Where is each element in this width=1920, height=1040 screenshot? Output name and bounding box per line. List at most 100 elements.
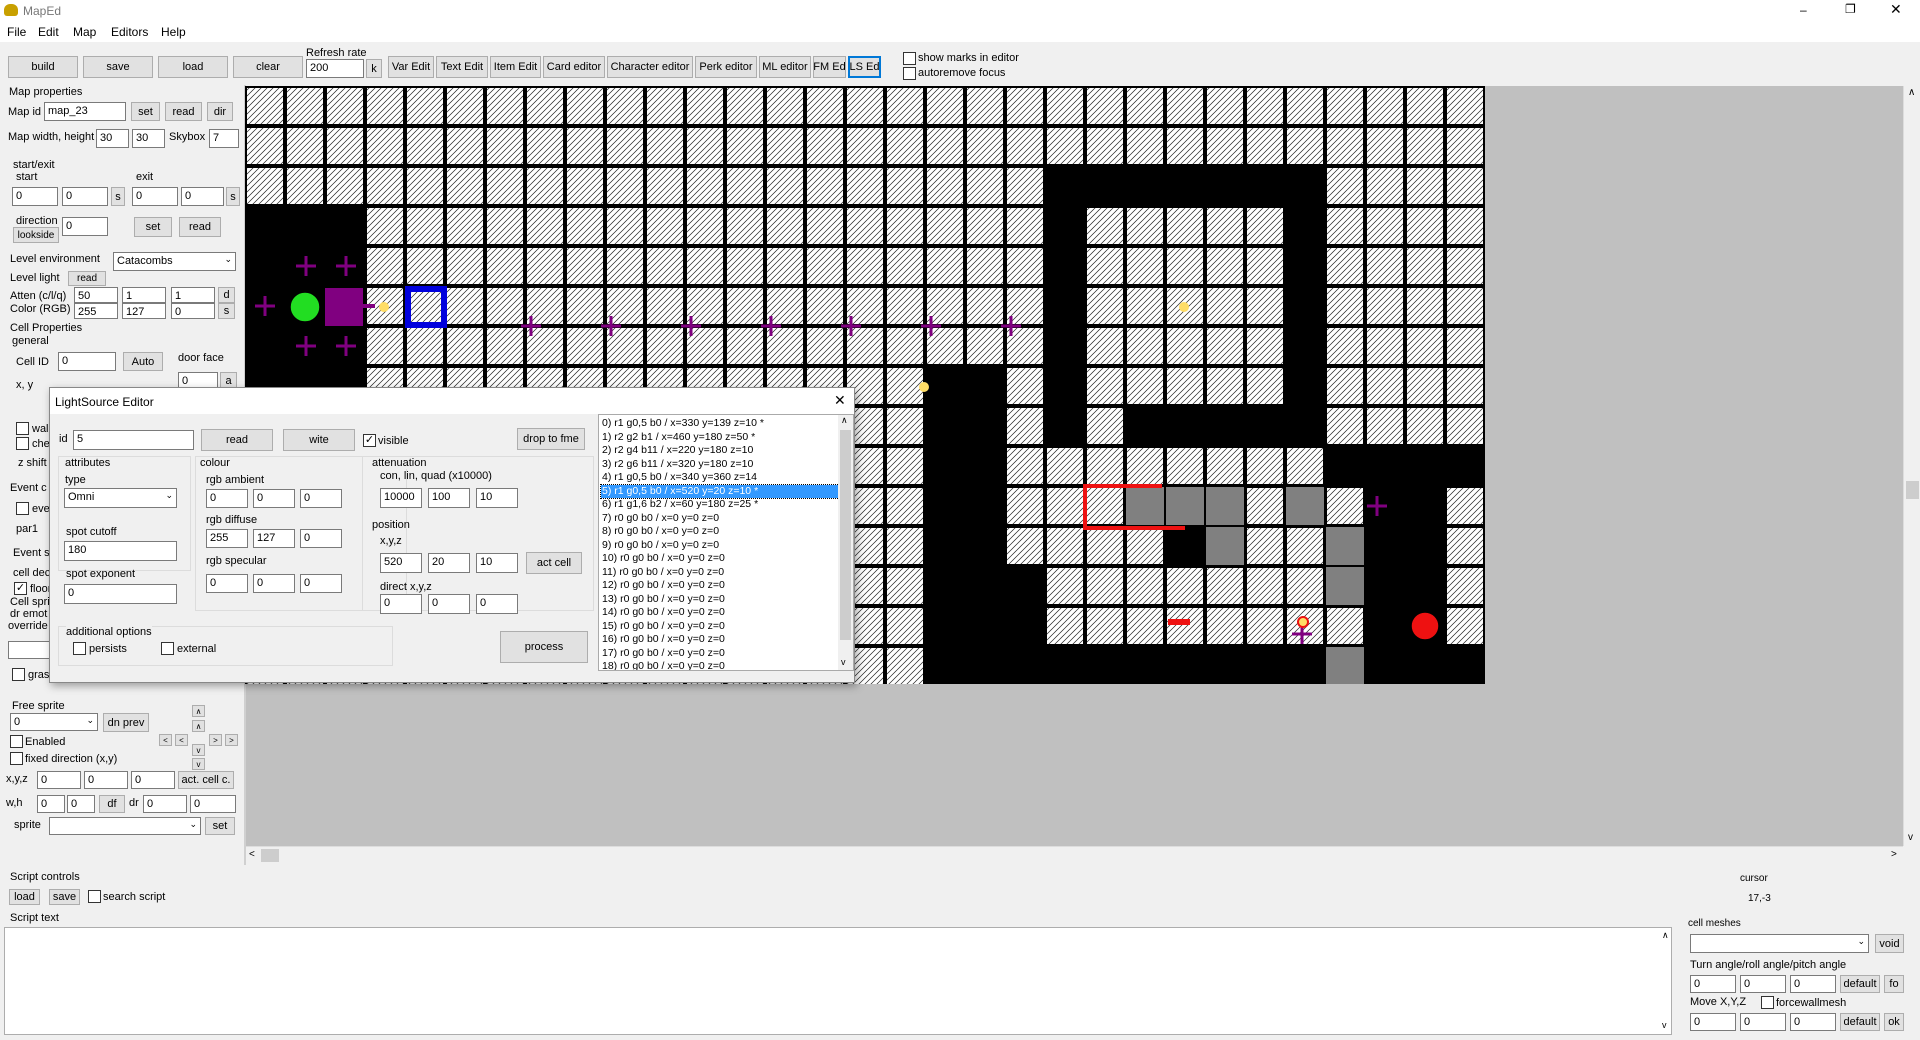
list-item[interactable]: 8) r0 g0 b0 / x=0 y=0 z=0 xyxy=(601,525,839,539)
list-item[interactable]: 18) r0 g0 b0 / x=0 y=0 z=0 xyxy=(601,660,839,670)
pos-z-input[interactable]: 10 xyxy=(476,553,518,573)
search-script-checkbox[interactable] xyxy=(88,890,101,903)
level-env-select[interactable]: Catacombs ⌄ xyxy=(113,252,236,271)
diffuse-r-input[interactable]: 255 xyxy=(206,529,248,548)
dr-2-input[interactable]: 0 xyxy=(190,795,236,813)
act-cell-button[interactable]: act cell xyxy=(526,552,582,574)
menu-map[interactable]: Map xyxy=(73,25,96,39)
list-item[interactable]: 7) r0 g0 b0 / x=0 y=0 z=0 xyxy=(601,512,839,526)
cell-meshes-select[interactable]: ⌄ xyxy=(1690,934,1869,953)
restore-icon[interactable]: ❐ xyxy=(1845,2,1856,16)
fs-h-input[interactable]: 0 xyxy=(67,795,95,813)
item-edit-button[interactable]: Item Edit xyxy=(490,56,541,78)
scroll-up-icon[interactable]: ∧ xyxy=(841,415,848,426)
nav-right2-button[interactable]: > xyxy=(225,734,238,746)
perk-editor-button[interactable]: Perk editor xyxy=(695,56,757,78)
fs-y-input[interactable]: 0 xyxy=(84,771,128,789)
att-quad-input[interactable]: 10 xyxy=(476,488,518,508)
close-icon[interactable]: ✕ xyxy=(1890,1,1902,18)
scroll-thumb[interactable] xyxy=(1906,481,1919,499)
nav-right-button[interactable]: > xyxy=(209,734,222,746)
list-item[interactable]: 11) r0 g0 b0 / x=0 y=0 z=0 xyxy=(601,566,839,580)
build-button[interactable]: build xyxy=(8,56,78,78)
start-x-input[interactable]: 0 xyxy=(12,187,58,206)
skybox-input[interactable]: 7 xyxy=(209,129,239,148)
external-checkbox[interactable] xyxy=(161,642,174,655)
map-id-dir-button[interactable]: dir xyxy=(207,102,233,121)
menu-editors[interactable]: Editors xyxy=(111,25,148,39)
list-item[interactable]: 2) r2 g4 b11 / x=220 y=180 z=10 xyxy=(601,444,839,458)
scroll-left-icon[interactable]: < xyxy=(249,849,255,860)
scroll-down-icon[interactable]: v xyxy=(841,657,846,667)
fm-ed-button[interactable]: FM Ed xyxy=(813,56,846,78)
diffuse-b-input[interactable]: 0 xyxy=(300,529,342,548)
move-x-input[interactable]: 0 xyxy=(1690,1013,1736,1031)
forcewallmesh-checkbox[interactable] xyxy=(1761,996,1774,1009)
ml-editor-button[interactable]: ML editor xyxy=(759,56,811,78)
ambient-g-input[interactable]: 0 xyxy=(253,489,295,508)
cell-id-auto-button[interactable]: Auto xyxy=(123,352,163,371)
turn-1-input[interactable]: 0 xyxy=(1690,975,1736,993)
fs-w-input[interactable]: 0 xyxy=(37,795,65,813)
list-item[interactable]: 4) r1 g0,5 b0 / x=340 y=360 z=14 xyxy=(601,471,839,485)
list-item[interactable]: 6) r1 g1,6 b2 / x=60 y=180 z=25 * xyxy=(601,498,839,512)
list-item[interactable]: 10) r0 g0 b0 / x=0 y=0 z=0 xyxy=(601,552,839,566)
list-item[interactable]: 17) r0 g0 b0 / x=0 y=0 z=0 xyxy=(601,647,839,661)
start-s-button[interactable]: s xyxy=(111,187,125,206)
direction-input[interactable]: 0 xyxy=(62,217,108,236)
map-id-input[interactable]: map_23 xyxy=(44,102,126,121)
script-load-button[interactable]: load xyxy=(9,889,40,905)
color-s-button[interactable]: s xyxy=(218,303,235,319)
turn-2-input[interactable]: 0 xyxy=(1740,975,1786,993)
att-con-input[interactable]: 10000 xyxy=(380,488,422,508)
override-input[interactable] xyxy=(8,641,54,659)
script-textarea[interactable]: ∧ v xyxy=(4,927,1672,1035)
list-item[interactable]: 15) r0 g0 b0 / x=0 y=0 z=0 xyxy=(601,620,839,634)
fs-z-input[interactable]: 0 xyxy=(131,771,175,789)
list-item[interactable]: 3) r2 g6 b11 / x=320 y=180 z=10 xyxy=(601,458,839,472)
exit-y-input[interactable]: 0 xyxy=(181,187,224,206)
specular-b-input[interactable]: 0 xyxy=(300,574,342,593)
ambient-b-input[interactable]: 0 xyxy=(300,489,342,508)
nav-up2-button[interactable]: ∧ xyxy=(192,720,205,732)
att-lin-input[interactable]: 100 xyxy=(428,488,470,508)
sprite-select[interactable]: ⌄ xyxy=(49,817,201,835)
ls-read-button[interactable]: read xyxy=(201,429,273,451)
menu-help[interactable]: Help xyxy=(161,25,186,39)
list-item[interactable]: 12) r0 g0 b0 / x=0 y=0 z=0 xyxy=(601,579,839,593)
atten-q-input[interactable]: 1 xyxy=(171,287,215,303)
load-button[interactable]: load xyxy=(158,56,228,78)
pos-y-input[interactable]: 20 xyxy=(428,553,470,573)
cell-id-input[interactable]: 0 xyxy=(58,352,116,371)
scroll-down-icon[interactable]: v xyxy=(1908,832,1913,843)
script-save-button[interactable]: save xyxy=(49,889,80,905)
close-icon[interactable]: ✕ xyxy=(834,392,846,409)
save-button[interactable]: save xyxy=(83,56,153,78)
ok-button[interactable]: ok xyxy=(1884,1013,1904,1031)
nav-left-button[interactable]: < xyxy=(159,734,172,746)
list-item[interactable]: 13) r0 g0 b0 / x=0 y=0 z=0 xyxy=(601,593,839,607)
scroll-right-icon[interactable]: > xyxy=(1891,849,1897,860)
list-item[interactable]: 14) r0 g0 b0 / x=0 y=0 z=0 xyxy=(601,606,839,620)
nav-up-button[interactable]: ∧ xyxy=(192,705,205,717)
turn-default-button[interactable]: default xyxy=(1840,975,1880,993)
start-exit-set-button[interactable]: set xyxy=(134,217,172,237)
color-b-input[interactable]: 0 xyxy=(171,303,215,319)
minimize-icon[interactable]: – xyxy=(1800,3,1807,17)
vertical-scrollbar[interactable]: ∧ v xyxy=(1903,86,1920,846)
ambient-r-input[interactable]: 0 xyxy=(206,489,248,508)
k-button[interactable]: k xyxy=(366,59,382,78)
wall-checkbox[interactable] xyxy=(16,422,29,435)
free-sprite-select[interactable]: 0 ⌄ xyxy=(10,713,98,731)
lightsource-list-items[interactable]: 0) r1 g0,5 b0 / x=330 y=139 z=10 * 1) r2 … xyxy=(600,417,840,670)
ls-id-input[interactable]: 5 xyxy=(73,430,194,450)
act-cell-c-button[interactable]: act. cell c. xyxy=(178,771,234,789)
direct-y-input[interactable]: 0 xyxy=(428,594,470,614)
autoremove-checkbox[interactable] xyxy=(903,67,916,80)
atten-c-input[interactable]: 50 xyxy=(74,287,118,303)
color-g-input[interactable]: 127 xyxy=(122,303,166,319)
scroll-up-icon[interactable]: ∧ xyxy=(1662,930,1669,941)
nav-down-button[interactable]: v xyxy=(192,744,205,756)
move-default-button[interactable]: default xyxy=(1840,1013,1880,1031)
drop-to-fme-button[interactable]: drop to fme xyxy=(517,428,585,450)
